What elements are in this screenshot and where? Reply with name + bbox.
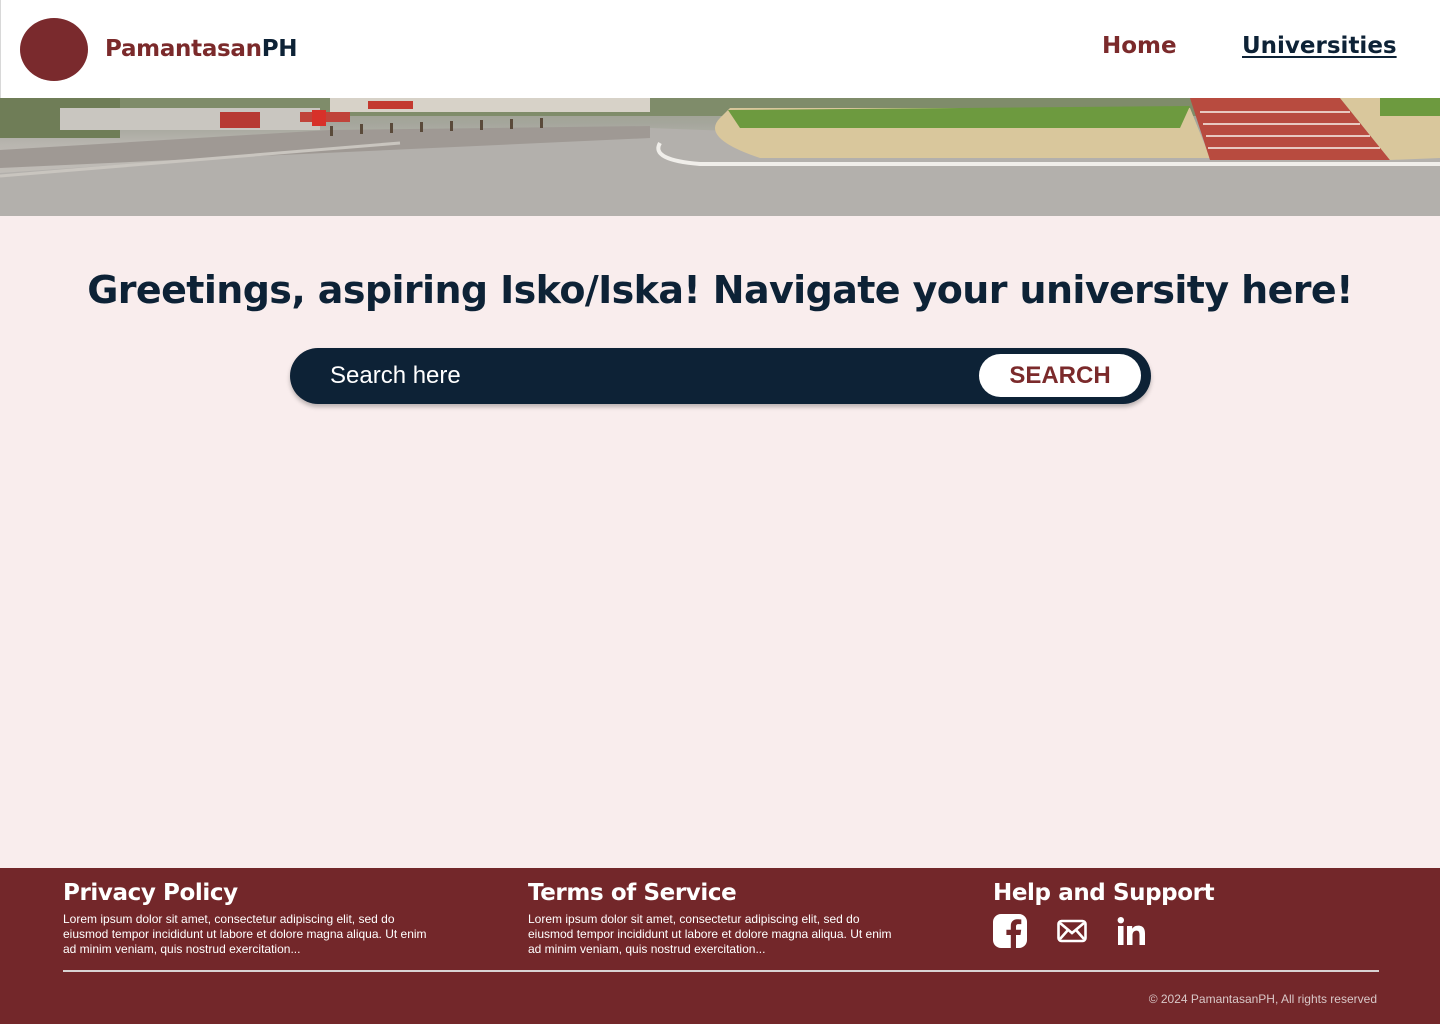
campus-banner-illustration — [0, 98, 1440, 216]
footer-privacy-section: Privacy Policy Lorem ipsum dolor sit ame… — [63, 880, 433, 957]
search-input[interactable] — [330, 358, 950, 394]
page-greeting: Greetings, aspiring Isko/Iska! Navigate … — [87, 268, 1353, 312]
campus-banner-image — [0, 98, 1440, 216]
brand-name[interactable]: PamantasanPH — [105, 36, 298, 62]
footer-terms-section: Terms of Service Lorem ipsum dolor sit a… — [528, 880, 898, 957]
copyright-text: © 2024 PamantasanPH, All rights reserved — [1148, 992, 1377, 1006]
footer-divider — [63, 970, 1379, 972]
logo[interactable] — [20, 18, 88, 81]
privacy-policy-title[interactable]: Privacy Policy — [63, 880, 433, 906]
help-and-support-title[interactable]: Help and Support — [993, 880, 1215, 906]
brand-name-part1: Pamantasan — [105, 36, 262, 62]
search-button[interactable]: SEARCH — [979, 354, 1141, 397]
linkedin-icon[interactable] — [1117, 916, 1147, 951]
facebook-icon[interactable] — [993, 914, 1027, 953]
brand-name-part2: PH — [261, 36, 298, 62]
site-header: PamantasanPH Home Universities — [0, 0, 1440, 98]
footer-help-section: Help and Support — [993, 880, 1215, 953]
social-links — [993, 914, 1214, 953]
site-footer: Privacy Policy Lorem ipsum dolor sit ame… — [0, 868, 1440, 1024]
mail-icon[interactable] — [1057, 919, 1087, 948]
nav-home-link[interactable]: Home — [1102, 33, 1177, 59]
nav-universities-link[interactable]: Universities — [1242, 33, 1397, 59]
search-bar: SEARCH — [290, 348, 1151, 404]
privacy-policy-text: Lorem ipsum dolor sit amet, consectetur … — [63, 912, 427, 956]
terms-of-service-text: Lorem ipsum dolor sit amet, consectetur … — [528, 912, 892, 956]
terms-of-service-title[interactable]: Terms of Service — [528, 880, 898, 906]
